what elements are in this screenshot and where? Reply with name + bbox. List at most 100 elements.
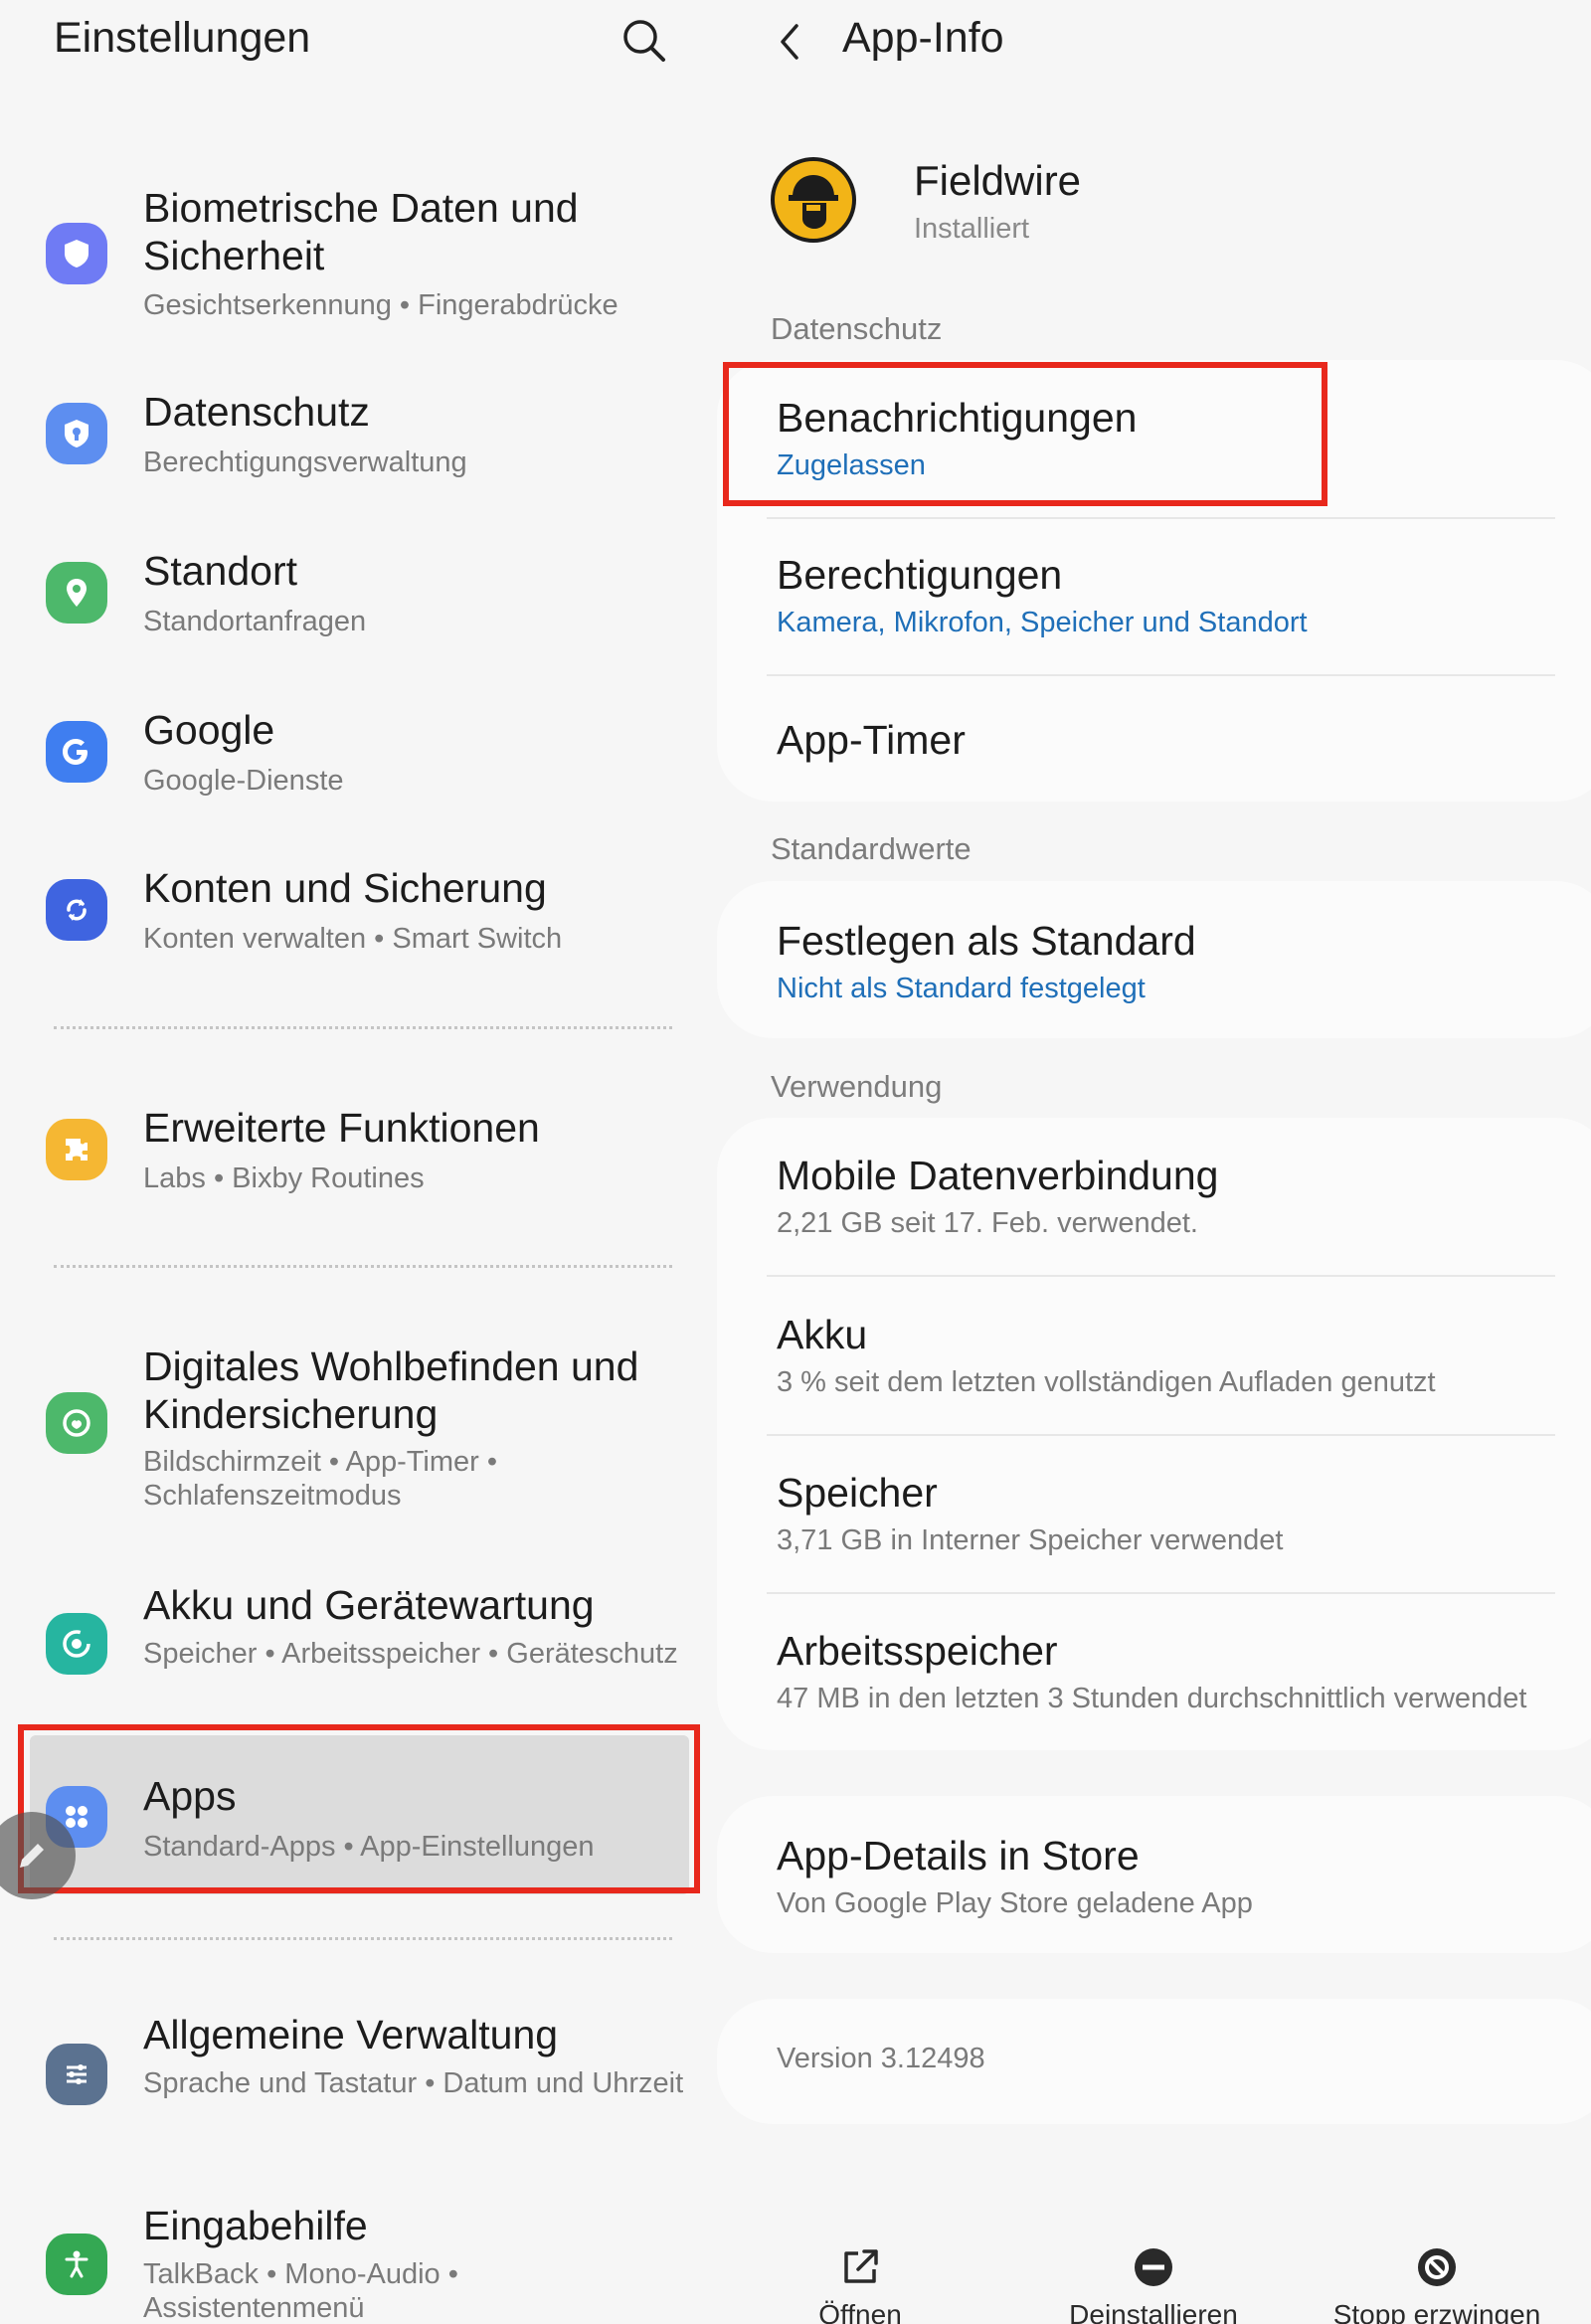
row-value: Nicht als Standard festgelegt bbox=[777, 973, 1146, 1004]
item-subtitle: Sprache und Tastatur • Datum und Uhrzeit bbox=[143, 2067, 684, 2099]
settings-item-google[interactable]: Google Google-Dienste bbox=[0, 706, 711, 815]
row-title: Arbeitsspeicher bbox=[777, 1628, 1058, 1674]
store-details-row[interactable]: App-Details in Store Von Google Play Sto… bbox=[777, 1832, 1591, 1921]
item-title: Standort bbox=[143, 548, 297, 594]
highlight-box-apps bbox=[18, 1724, 700, 1893]
row-value: Von Google Play Store geladene App bbox=[777, 1887, 1253, 1919]
open-button[interactable]: Öffnen bbox=[741, 2218, 979, 2324]
app-name: Fieldwire bbox=[914, 157, 1082, 204]
minus-circle-icon bbox=[1130, 2243, 1177, 2291]
section-label-usage: Verwendung bbox=[771, 1069, 943, 1104]
shield-icon bbox=[46, 223, 107, 284]
back-arrow-icon[interactable] bbox=[763, 14, 818, 70]
settings-item-battery-device-care[interactable]: Akku und Gerätewartung Speicher • Arbeit… bbox=[0, 1581, 711, 1730]
open-external-icon bbox=[836, 2243, 884, 2291]
force-stop-button[interactable]: Stopp erzwingen bbox=[1318, 2218, 1556, 2324]
privacy-icon bbox=[46, 403, 107, 464]
section-label-privacy: Datenschutz bbox=[771, 311, 943, 346]
item-title: Allgemeine Verwaltung bbox=[143, 2012, 559, 2057]
defaults-card: Festlegen als Standard Nicht als Standar… bbox=[717, 881, 1591, 1038]
sync-icon bbox=[46, 879, 107, 941]
store-card: App-Details in Store Von Google Play Sto… bbox=[717, 1796, 1591, 1953]
version-text: Version 3.12498 bbox=[777, 2043, 985, 2074]
sliders-icon bbox=[46, 2044, 107, 2105]
wellbeing-icon bbox=[46, 1392, 107, 1454]
google-icon bbox=[46, 721, 107, 783]
item-subtitle: Gesichtserkennung • Fingerabdrücke bbox=[143, 289, 619, 321]
row-title: Akku bbox=[777, 1312, 868, 1357]
row-value: 47 MB in den letzten 3 Stunden durchschn… bbox=[777, 1683, 1527, 1714]
row-title: Berechtigungen bbox=[777, 552, 1063, 598]
item-subtitle: Bildschirmzeit • App-Timer • Schlafensze… bbox=[143, 1446, 498, 1512]
item-title: Eingabehilfe bbox=[143, 2203, 368, 2248]
row-value: 2,21 GB seit 17. Feb. verwendet. bbox=[777, 1207, 1198, 1239]
permissions-row[interactable]: Berechtigungen Kamera, Mikrofon, Speiche… bbox=[777, 551, 1591, 640]
settings-item-location[interactable]: Standort Standortanfragen bbox=[0, 547, 711, 656]
row-value: 3 % seit dem letzten vollständigen Aufla… bbox=[777, 1366, 1436, 1398]
row-title: Mobile Datenverbindung bbox=[777, 1153, 1219, 1198]
item-subtitle: Konten verwalten • Smart Switch bbox=[143, 923, 563, 955]
item-title: Google bbox=[143, 707, 275, 753]
row-value: Kamera, Mikrofon, Speicher und Standort bbox=[777, 607, 1308, 638]
item-subtitle: Standortanfragen bbox=[143, 606, 367, 637]
memory-row[interactable]: Arbeitsspeicher 47 MB in den letzten 3 S… bbox=[777, 1627, 1591, 1716]
device-care-icon bbox=[46, 1613, 107, 1675]
divider bbox=[767, 517, 1555, 519]
item-subtitle: Google-Dienste bbox=[143, 765, 344, 797]
location-pin-icon bbox=[46, 562, 107, 624]
group-divider bbox=[54, 1026, 672, 1029]
battery-row[interactable]: Akku 3 % seit dem letzten vollständigen … bbox=[777, 1311, 1591, 1400]
search-icon[interactable] bbox=[615, 12, 674, 72]
divider bbox=[767, 1592, 1555, 1594]
item-title: Datenschutz bbox=[143, 389, 370, 435]
item-title: Biometrische Daten und Sicherheit bbox=[143, 185, 579, 278]
bottom-action-bar: Öffnen Deinstallieren Stopp erzwingen bbox=[711, 2218, 1591, 2324]
settings-item-privacy[interactable]: Datenschutz Berechtigungsverwaltung bbox=[0, 388, 711, 497]
storage-row[interactable]: Speicher 3,71 GB in Interner Speicher ve… bbox=[777, 1469, 1591, 1558]
uninstall-label: Deinstallieren bbox=[1069, 2299, 1238, 2324]
item-subtitle: Berechtigungsverwaltung bbox=[143, 447, 467, 478]
app-timer-row[interactable]: App-Timer bbox=[777, 716, 1591, 764]
fieldwire-logo-icon bbox=[771, 157, 856, 243]
open-label: Öffnen bbox=[818, 2299, 902, 2324]
item-title: Konten und Sicherung bbox=[143, 865, 547, 911]
item-title: Digitales Wohlbefinden und Kindersicheru… bbox=[143, 1343, 639, 1437]
item-subtitle: Speicher • Arbeitsspeicher • Geräteschut… bbox=[143, 1638, 678, 1670]
settings-title: Einstellungen bbox=[54, 14, 311, 62]
row-title: Festlegen als Standard bbox=[777, 918, 1196, 964]
item-title: Akku und Gerätewartung bbox=[143, 1582, 595, 1628]
stop-circle-icon bbox=[1413, 2243, 1461, 2291]
group-divider bbox=[54, 1265, 672, 1268]
puzzle-icon bbox=[46, 1119, 107, 1180]
row-title: App-Details in Store bbox=[777, 1833, 1140, 1878]
item-subtitle: Labs • Bixby Routines bbox=[143, 1162, 425, 1194]
item-subtitle: TalkBack • Mono-Audio • Assistentenmenü bbox=[143, 2258, 458, 2324]
set-default-row[interactable]: Festlegen als Standard Nicht als Standar… bbox=[777, 917, 1591, 1006]
row-value: 3,71 GB in Interner Speicher verwendet bbox=[777, 1524, 1284, 1556]
uninstall-button[interactable]: Deinstallieren bbox=[1034, 2218, 1273, 2324]
usage-card: Mobile Datenverbindung 2,21 GB seit 17. … bbox=[717, 1118, 1591, 1750]
settings-item-biometrics[interactable]: Biometrische Daten und Sicherheit Gesich… bbox=[0, 179, 711, 328]
version-row: Version 3.12498 bbox=[777, 2041, 1591, 2076]
row-title: App-Timer bbox=[777, 717, 966, 763]
divider bbox=[767, 1434, 1555, 1436]
group-divider bbox=[54, 1937, 672, 1940]
settings-item-advanced-features[interactable]: Erweiterte Funktionen Labs • Bixby Routi… bbox=[0, 1104, 711, 1213]
app-install-status: Installiert bbox=[914, 213, 1030, 245]
highlight-box-notifications bbox=[723, 362, 1327, 506]
settings-pane: Einstellungen Biometrische Daten und Sic… bbox=[0, 0, 711, 2324]
app-info-pane: App-Info Fieldwire Installiert Datenschu… bbox=[711, 0, 1591, 2324]
settings-item-accounts[interactable]: Konten und Sicherung Konten verwalten • … bbox=[0, 864, 711, 974]
version-card: Version 3.12498 bbox=[717, 1999, 1591, 2124]
settings-item-general-management[interactable]: Allgemeine Verwaltung Sprache und Tastat… bbox=[0, 2011, 711, 2160]
page-title: App-Info bbox=[842, 14, 1004, 62]
force-stop-label: Stopp erzwingen bbox=[1332, 2299, 1541, 2324]
section-label-defaults: Standardwerte bbox=[771, 831, 972, 866]
mobile-data-row[interactable]: Mobile Datenverbindung 2,21 GB seit 17. … bbox=[777, 1152, 1591, 1241]
settings-item-digital-wellbeing[interactable]: Digitales Wohlbefinden und Kindersicheru… bbox=[0, 1342, 711, 1517]
divider bbox=[767, 674, 1555, 676]
row-title: Speicher bbox=[777, 1470, 938, 1516]
accessibility-icon bbox=[46, 2234, 107, 2295]
divider bbox=[767, 1275, 1555, 1277]
settings-item-accessibility[interactable]: Eingabehilfe TalkBack • Mono-Audio • Ass… bbox=[0, 2202, 711, 2324]
